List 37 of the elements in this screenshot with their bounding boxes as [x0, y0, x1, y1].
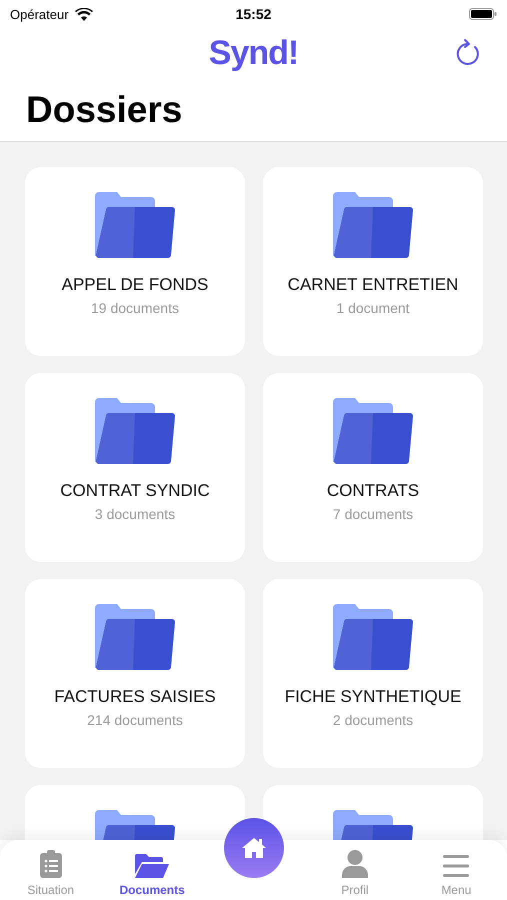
refresh-icon[interactable]: [456, 38, 482, 68]
carrier-name: Opérateur: [10, 6, 69, 22]
document-count: 3 documents: [94, 506, 176, 522]
folder-name: CARNET ENTRETIEN: [288, 275, 458, 295]
folder-icon: [333, 604, 413, 670]
home-icon: [240, 837, 267, 859]
document-count: 214 documents: [87, 712, 183, 728]
folder-card[interactable]: FICHE SYNTHETIQUE 2 documents: [263, 579, 483, 768]
person-icon: [342, 850, 368, 878]
folder-card[interactable]: APPEL DE FONDS 19 documents: [25, 167, 245, 356]
folder-icon: [95, 398, 175, 464]
document-count: 1 document: [336, 300, 410, 316]
folder-card[interactable]: FACTURES SAISIES 214 documents: [25, 579, 245, 768]
folder-icon: [95, 604, 175, 670]
folder-card[interactable]: CONTRAT SYNDIC 3 documents: [25, 373, 245, 562]
page-title: Dossiers: [26, 88, 182, 130]
folder-icon: [333, 398, 413, 464]
document-count: 7 documents: [332, 506, 414, 522]
battery-icon: [469, 8, 497, 20]
open-folder-icon: [135, 854, 170, 878]
folder-name: FACTURES SAISIES: [54, 687, 216, 707]
folder-card[interactable]: CONTRATS 7 documents: [263, 373, 483, 562]
document-count: 19 documents: [91, 300, 179, 316]
folder-name: APPEL DE FONDS: [62, 275, 208, 295]
tab-item[interactable]: Documents: [101, 840, 203, 900]
wifi-icon: [74, 8, 93, 20]
document-count: 2 documents: [332, 712, 414, 728]
folder-name: FICHE SYNTHETIQUE: [284, 687, 462, 707]
clipboard-icon: [40, 850, 62, 878]
folder-icon: [333, 192, 413, 258]
folder-card[interactable]: CARNET ENTRETIEN 1 document: [263, 167, 483, 356]
folder-icon: [95, 192, 175, 258]
folder-name: CONTRATS: [326, 481, 420, 501]
menu-icon: [443, 854, 470, 878]
clock-time: 15:52: [236, 6, 272, 22]
folder-name: CONTRAT SYNDIC: [60, 481, 210, 501]
app-logo: Synd!: [208, 34, 298, 72]
